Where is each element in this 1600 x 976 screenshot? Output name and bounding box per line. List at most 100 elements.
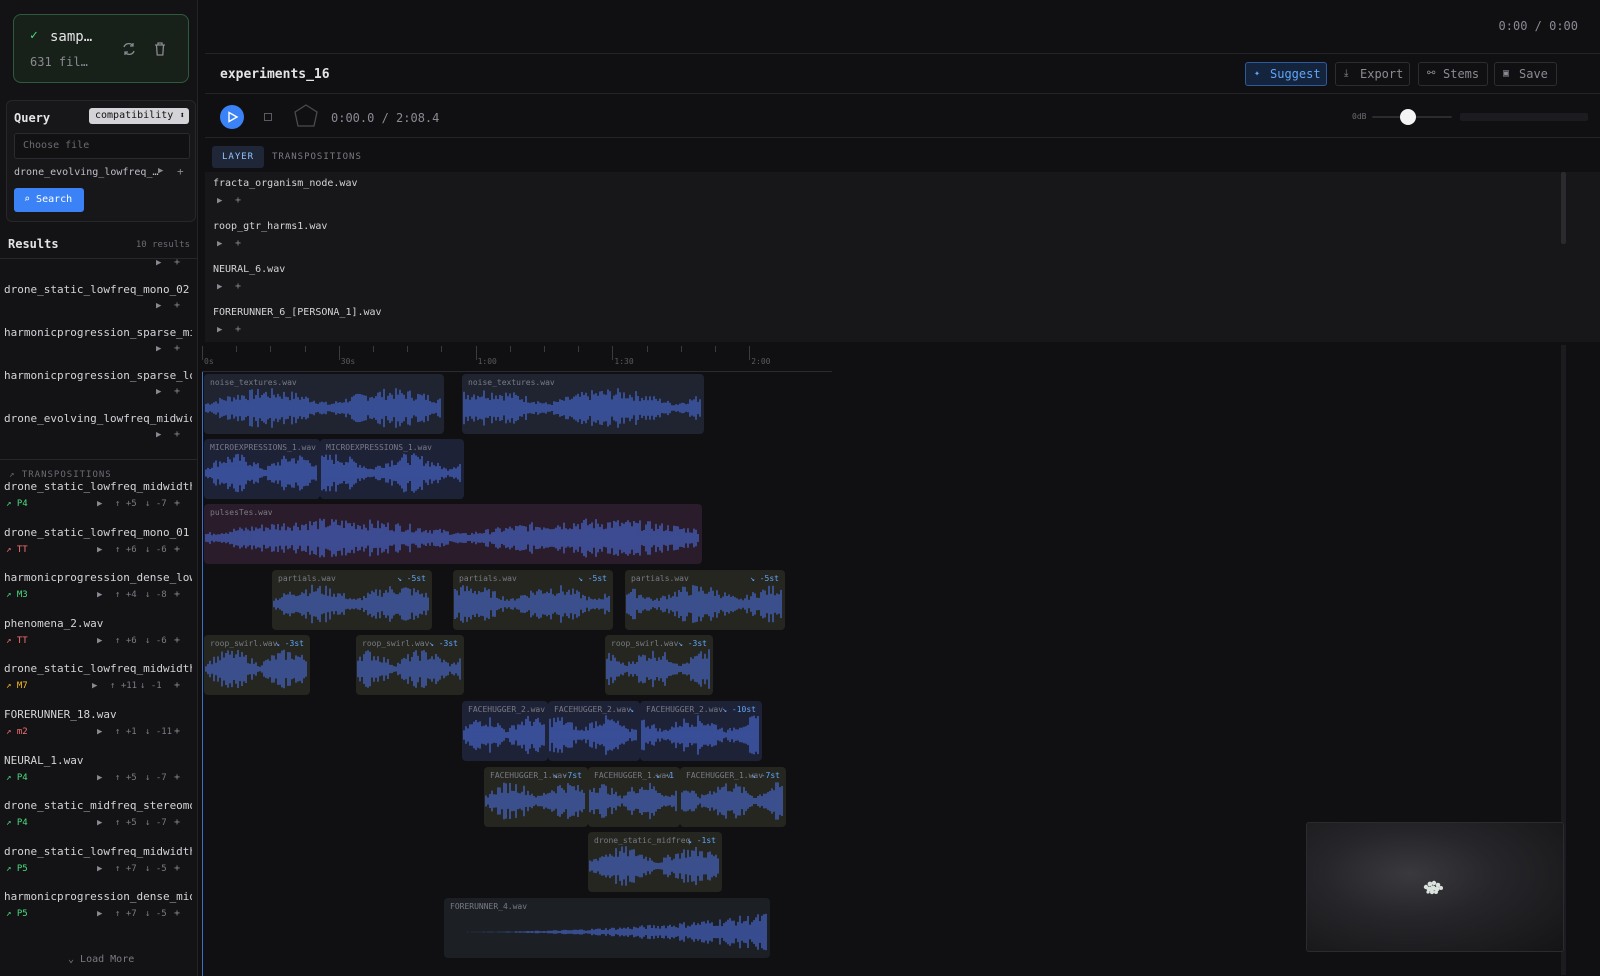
stems-button[interactable]: ⚯ Stems xyxy=(1418,62,1488,86)
layer-name[interactable]: roop_gtr_harms1.wav xyxy=(213,221,327,232)
play-icon[interactable]: ▶ xyxy=(217,239,222,249)
play-icon[interactable]: ▶ xyxy=(158,166,163,176)
play-icon[interactable]: ▶ xyxy=(217,325,222,335)
add-icon[interactable]: + xyxy=(174,772,180,783)
audio-clip[interactable]: pulsesTes.wav xyxy=(204,504,702,564)
audio-clip[interactable]: FACEHUGGER_2.wav ↘ xyxy=(548,701,640,761)
transpose-up-button[interactable]: ↑ +6 xyxy=(115,636,137,646)
audio-clip[interactable]: noise_textures.wav xyxy=(204,374,444,434)
layer-name[interactable]: FORERUNNER_6_[PERSONA_1].wav xyxy=(213,307,382,318)
play-icon[interactable]: ▶ xyxy=(156,301,161,311)
add-icon[interactable]: + xyxy=(235,324,241,335)
audio-clip[interactable]: FACEHUGGER_2.wav ↘ -10st xyxy=(640,701,762,761)
transpose-down-button[interactable]: ↓ -8 xyxy=(145,590,167,600)
add-icon[interactable]: + xyxy=(174,726,180,737)
query-mode-select[interactable]: compatibility ⬍ xyxy=(89,108,189,124)
trash-icon[interactable] xyxy=(149,38,171,60)
add-icon[interactable]: + xyxy=(174,589,180,600)
add-icon[interactable]: + xyxy=(174,817,180,828)
play-icon[interactable]: ▶ xyxy=(97,909,102,919)
play-icon[interactable]: ▶ xyxy=(97,590,102,600)
add-icon[interactable]: + xyxy=(174,680,180,691)
play-icon[interactable]: ▶ xyxy=(156,387,161,397)
add-icon[interactable]: + xyxy=(174,863,180,874)
transpose-up-button[interactable]: ↑ +5 xyxy=(115,773,137,783)
transposition-name[interactable]: harmonicprogression_dense_low… xyxy=(4,571,192,584)
result-name[interactable]: harmonicprogression_sparse_mi… xyxy=(4,326,192,339)
timeline-ruler[interactable]: 0s 30s 1:00 1:30 2:00 xyxy=(202,346,832,372)
export-button[interactable]: ⤓ Export xyxy=(1335,62,1410,86)
transposition-name[interactable]: drone_static_midfreq_stereomo… xyxy=(4,799,192,812)
collection-card[interactable]: ✓ samp… 631 fil… xyxy=(13,14,189,83)
refresh-icon[interactable] xyxy=(118,38,140,60)
play-icon[interactable]: ▶ xyxy=(156,344,161,354)
add-icon[interactable]: + xyxy=(177,165,184,178)
layer-name[interactable]: fracta_organism_node.wav xyxy=(213,178,358,189)
transpose-up-button[interactable]: ↑ +11 xyxy=(110,681,137,691)
transpose-down-button[interactable]: ↓ -7 xyxy=(145,499,167,509)
add-icon[interactable]: + xyxy=(174,429,180,440)
add-icon[interactable]: + xyxy=(174,498,180,509)
audio-clip[interactable]: partials.wav ↘ -5st xyxy=(453,570,613,630)
audio-clip[interactable]: partials.wav ↘ -5st xyxy=(272,570,432,630)
transposition-name[interactable]: FORERUNNER_18.wav xyxy=(4,708,192,721)
add-icon[interactable]: + xyxy=(174,300,180,311)
transpose-down-button[interactable]: ↓ -7 xyxy=(145,773,167,783)
volume-slider-handle[interactable] xyxy=(1400,109,1416,125)
audio-clip[interactable]: FACEHUGGER_2.wav xyxy=(462,701,548,761)
play-icon[interactable]: ▶ xyxy=(156,430,161,440)
transpose-down-button[interactable]: ↓ -6 xyxy=(145,636,167,646)
loop-button[interactable] xyxy=(293,104,319,130)
transpose-down-button[interactable]: ↓ -1 xyxy=(140,681,162,691)
transpose-down-button[interactable]: ↓ -7 xyxy=(145,818,167,828)
suggest-button[interactable]: ✦ Suggest xyxy=(1245,62,1327,86)
add-icon[interactable]: + xyxy=(174,343,180,354)
transposition-name[interactable]: drone_static_lowfreq_midwidth… xyxy=(4,480,192,493)
result-name[interactable]: drone_evolving_lowfreq_midwid… xyxy=(4,412,192,425)
layer-scrollbar[interactable] xyxy=(1561,172,1566,244)
load-more-button[interactable]: ⌄ Load More xyxy=(68,954,134,965)
transposition-name[interactable]: phenomena_2.wav xyxy=(4,617,192,630)
audio-clip[interactable]: FORERUNNER_4.wav xyxy=(444,898,770,958)
transpose-up-button[interactable]: ↑ +4 xyxy=(115,590,137,600)
transposition-name[interactable]: harmonicprogression_dense_mid… xyxy=(4,890,192,903)
add-icon[interactable]: + xyxy=(235,195,241,206)
audio-clip[interactable]: MICROEXPRESSIONS_1.wav xyxy=(204,439,320,499)
transpose-up-button[interactable]: ↑ +7 xyxy=(115,864,137,874)
play-icon[interactable]: ▶ xyxy=(97,499,102,509)
transpose-up-button[interactable]: ↑ +5 xyxy=(115,499,137,509)
choose-file-input[interactable]: Choose file xyxy=(14,133,190,159)
audio-clip[interactable]: roop_swirl.wav ↘ -3st xyxy=(605,635,713,695)
add-icon[interactable]: + xyxy=(174,257,180,268)
transpose-down-button[interactable]: ↓ -5 xyxy=(145,864,167,874)
transposition-name[interactable]: drone_static_lowfreq_midwidth… xyxy=(4,845,192,858)
play-icon[interactable]: ▶ xyxy=(97,864,102,874)
audio-clip[interactable]: FACEHUGGER_1.wav ↘ -7st xyxy=(680,767,786,827)
layer-name[interactable]: NEURAL_6.wav xyxy=(213,264,285,275)
play-icon[interactable]: ▶ xyxy=(217,196,222,206)
add-icon[interactable]: + xyxy=(235,238,241,249)
result-name[interactable]: drone_static_lowfreq_mono_02.… xyxy=(4,283,192,296)
stop-button[interactable] xyxy=(264,113,272,121)
add-icon[interactable]: + xyxy=(174,908,180,919)
result-name[interactable]: harmonicprogression_sparse_lo… xyxy=(4,369,192,382)
transposition-name[interactable]: drone_static_lowfreq_midwidth… xyxy=(4,662,192,675)
audio-clip[interactable]: MICROEXPRESSIONS_1.wav xyxy=(320,439,464,499)
transpose-up-button[interactable]: ↑ +7 xyxy=(115,909,137,919)
audio-clip[interactable]: roop_swirl.wav ↘ -3st xyxy=(356,635,464,695)
playhead[interactable] xyxy=(202,372,203,976)
transpose-up-button[interactable]: ↑ +1 xyxy=(115,727,137,737)
save-button[interactable]: ▣ Save xyxy=(1494,62,1557,86)
add-icon[interactable]: + xyxy=(174,544,180,555)
tab-layer[interactable]: LAYER xyxy=(212,146,265,168)
add-icon[interactable]: + xyxy=(235,281,241,292)
play-icon[interactable]: ▶ xyxy=(97,773,102,783)
play-icon[interactable]: ▶ xyxy=(156,258,161,268)
audio-clip[interactable]: FACEHUGGER_1.wav ↘ -1 xyxy=(588,767,680,827)
play-icon[interactable]: ▶ xyxy=(97,636,102,646)
transpose-up-button[interactable]: ↑ +5 xyxy=(115,818,137,828)
audio-clip[interactable]: noise_textures.wav xyxy=(462,374,704,434)
transpose-down-button[interactable]: ↓ -11 xyxy=(145,727,172,737)
play-icon[interactable]: ▶ xyxy=(92,681,97,691)
transpose-down-button[interactable]: ↓ -5 xyxy=(145,909,167,919)
